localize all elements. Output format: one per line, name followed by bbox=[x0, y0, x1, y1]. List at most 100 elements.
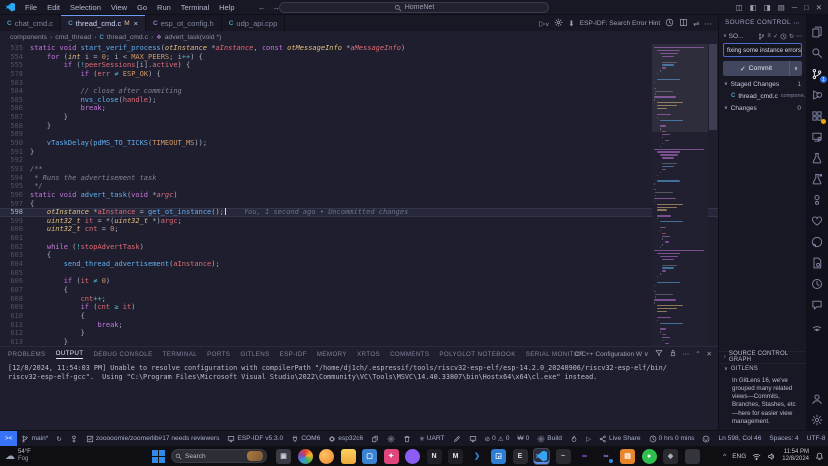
breadcrumb-components[interactable]: components bbox=[10, 34, 47, 41]
taskbar-purple-drop-app[interactable] bbox=[405, 449, 420, 464]
toggle-secondary-sidebar-icon[interactable]: ◨ bbox=[764, 3, 771, 12]
code-line-601[interactable]: 601 bbox=[0, 234, 718, 243]
refresh-icon[interactable]: ↻ bbox=[789, 33, 794, 40]
close-button[interactable]: ✕ bbox=[816, 3, 822, 12]
breadcrumb-cmd-thread[interactable]: cmd_thread bbox=[55, 34, 91, 41]
panel-tab-terminal[interactable]: TERMINAL bbox=[163, 351, 198, 358]
activity-github[interactable] bbox=[806, 231, 828, 252]
flash-icon[interactable] bbox=[566, 431, 582, 446]
close-tab-icon[interactable]: × bbox=[134, 19, 138, 28]
panel-tab-esp-idf[interactable]: ESP-IDF bbox=[280, 351, 307, 358]
timeline-icon[interactable] bbox=[665, 18, 674, 29]
minimize-button[interactable]: ─ bbox=[792, 3, 797, 12]
activity-gitlens[interactable] bbox=[806, 189, 828, 210]
uart-item[interactable]: ✳UART bbox=[415, 431, 448, 446]
git-branch-item[interactable]: main* bbox=[17, 431, 52, 446]
copy-icon[interactable] bbox=[367, 431, 383, 446]
espidf-version-item[interactable]: ESP-IDF v5.3.0 bbox=[223, 431, 287, 446]
activity-explorer[interactable] bbox=[806, 21, 828, 42]
code-line-554[interactable]: 554 for (int i = 0; i < MAX_PEERS; i++) … bbox=[0, 53, 718, 62]
panel-tab-memory[interactable]: MEMORY bbox=[317, 351, 347, 358]
taskbar-tilde-app[interactable]: ~ bbox=[556, 449, 571, 464]
taskbar-unity-app[interactable]: ◆ bbox=[663, 449, 678, 464]
gear-icon[interactable] bbox=[554, 18, 563, 29]
nav-back-button[interactable]: ← bbox=[258, 3, 266, 12]
panel-tab-xrtos[interactable]: XRTOS bbox=[357, 351, 380, 358]
panel-close-icon[interactable]: ✕ bbox=[707, 350, 712, 358]
code-line-592[interactable]: 592 bbox=[0, 156, 718, 165]
panel-tab-ports[interactable]: PORTS bbox=[207, 351, 230, 358]
activity-file-settings[interactable] bbox=[806, 252, 828, 273]
history-icon[interactable] bbox=[780, 33, 787, 40]
commit-dropdown-button[interactable]: ∨ bbox=[789, 61, 802, 76]
wifi-icon[interactable] bbox=[752, 452, 761, 461]
code-line-603[interactable]: 603 { bbox=[0, 251, 718, 260]
code-line-598[interactable]: 598 otInstance *aInstance = get_ot_insta… bbox=[0, 208, 718, 217]
activity-testing[interactable] bbox=[806, 147, 828, 168]
taskbar-gallery-app[interactable]: ▢ bbox=[362, 449, 377, 464]
panel-tab-output[interactable]: OUTPUT bbox=[56, 350, 84, 359]
build-item[interactable]: Build bbox=[533, 431, 566, 446]
gitlens-section[interactable]: ∨GITLENS bbox=[719, 363, 806, 375]
weather-widget[interactable]: ☁ 54°FFog bbox=[5, 449, 31, 463]
activity-extensions[interactable] bbox=[806, 105, 828, 126]
activity-manage-settings[interactable] bbox=[806, 409, 828, 430]
panel-tab-gitlens[interactable]: GITLENS bbox=[240, 351, 269, 358]
code-line-555[interactable]: 555 if (!peerSessions[i].active) { bbox=[0, 61, 718, 70]
activity-remote-explorer[interactable] bbox=[806, 126, 828, 147]
activity-search[interactable] bbox=[806, 42, 828, 63]
code-line-600[interactable]: 600 uint32_t cnt = 0; bbox=[0, 225, 718, 234]
panel-tab-polyglot-notebook[interactable]: POLYGLOT NOTEBOOK bbox=[439, 351, 515, 358]
tab-udp_api.cpp[interactable]: Cudp_api.cpp bbox=[222, 15, 286, 31]
toggle-panel-icon[interactable]: ◫ bbox=[735, 3, 742, 12]
menu-item-help[interactable]: Help bbox=[217, 3, 236, 12]
menu-item-run[interactable]: Run bbox=[155, 3, 173, 12]
repo-more-icon[interactable]: ⋯ bbox=[796, 33, 802, 40]
menu-item-terminal[interactable]: Terminal bbox=[179, 3, 211, 12]
command-center-search[interactable]: HomeNet bbox=[279, 2, 549, 13]
menu-item-edit[interactable]: Edit bbox=[45, 3, 62, 12]
indentation-item[interactable]: Spaces: 4 bbox=[765, 431, 802, 446]
code-line-612[interactable]: 612 } bbox=[0, 329, 718, 338]
taskbar-notebook-m-app[interactable]: M bbox=[448, 449, 463, 464]
activity-inspect[interactable] bbox=[806, 210, 828, 231]
minimap[interactable] bbox=[652, 44, 708, 346]
code-line-584[interactable]: 584 // close after commiting bbox=[0, 87, 718, 96]
panel-tab-debug-console[interactable]: DEBUG CONSOLE bbox=[93, 351, 152, 358]
panel-tab-problems[interactable]: PROBLEMS bbox=[8, 351, 46, 358]
clock[interactable]: 11:54 PM12/8/2024 bbox=[782, 449, 809, 463]
staged-changes-section[interactable]: ∨Staged Changes 1 bbox=[719, 78, 806, 90]
code-line-610[interactable]: 610 { bbox=[0, 312, 718, 321]
code-line-578[interactable]: 578 if (err ≠ ESP_OK) { bbox=[0, 70, 718, 79]
tab-esp_ot_config.h[interactable]: Cesp_ot_config.h bbox=[146, 15, 222, 31]
menu-item-selection[interactable]: Selection bbox=[68, 3, 103, 12]
panel-tab-comments[interactable]: COMMENTS bbox=[390, 351, 429, 358]
code-line-588[interactable]: 588 } bbox=[0, 122, 718, 131]
activity-timeline[interactable] bbox=[806, 273, 828, 294]
code-line-608[interactable]: 608 cnt++; bbox=[0, 295, 718, 304]
monitor-icon[interactable] bbox=[465, 431, 481, 446]
view-as-list-icon[interactable]: ≡ bbox=[767, 33, 771, 40]
settings-gear-icon[interactable] bbox=[383, 431, 399, 446]
code-line-587[interactable]: 587 } bbox=[0, 113, 718, 122]
pull-request-item[interactable]: zooooomie/zoomerlib#17 needs reviewers bbox=[82, 431, 224, 446]
changes-section[interactable]: ∨Changes 0 bbox=[719, 102, 806, 114]
language-indicator[interactable]: ENG bbox=[732, 453, 746, 460]
code-line-602[interactable]: 602 while (!stopAdvertTask) bbox=[0, 243, 718, 252]
more-actions-icon[interactable]: ⋯ bbox=[705, 19, 713, 28]
smiley-icon[interactable] bbox=[698, 431, 714, 446]
taskbar-visual-studio[interactable]: ∞ bbox=[577, 449, 592, 464]
breadcrumb-symbol[interactable]: advert_task(void *) bbox=[165, 34, 222, 41]
branch-icon[interactable] bbox=[758, 33, 765, 40]
run-button[interactable]: ▷∨ bbox=[539, 19, 549, 28]
lock-icon[interactable] bbox=[669, 349, 677, 359]
code-line-599[interactable]: 599 uint32_t it = *(uint32_t *)argc; bbox=[0, 217, 718, 226]
code-line-613[interactable]: 613 } bbox=[0, 338, 718, 346]
activity-comments[interactable] bbox=[806, 294, 828, 315]
code-line-605[interactable]: 605 bbox=[0, 269, 718, 278]
code-line-596[interactable]: 596static void advert_task(void *argc) bbox=[0, 191, 718, 200]
start-button[interactable] bbox=[152, 450, 165, 463]
taskbar-green-circle-app[interactable]: ● bbox=[642, 449, 657, 464]
won-counter-item[interactable]: ₩ 0 bbox=[513, 431, 533, 446]
code-editor[interactable]: 535static void start_verif_process(otIns… bbox=[0, 44, 718, 346]
